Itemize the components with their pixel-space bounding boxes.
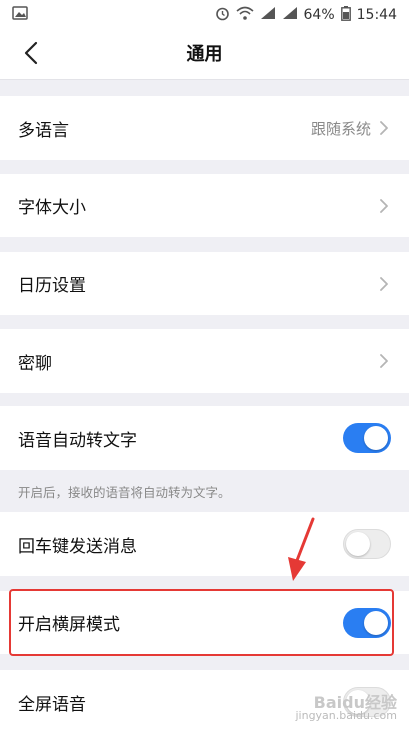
battery-percent: 64% (303, 7, 335, 23)
chevron-right-icon (379, 198, 391, 214)
setting-row-language[interactable]: 多语言 跟随系统 (0, 96, 409, 160)
voice-to-text-toggle[interactable] (343, 423, 391, 453)
annotation-arrow (288, 517, 315, 581)
watermark-url: jingyan.baidu.com (295, 709, 397, 722)
page-title: 通用 (186, 44, 223, 65)
nav-bar: 通用 (0, 30, 409, 80)
setting-row-landscape: 开启横屏模式 (0, 591, 409, 654)
signal-icon (260, 6, 276, 24)
image-icon (12, 6, 28, 24)
wifi-icon (235, 6, 254, 24)
signal-icon (282, 6, 298, 24)
chevron-left-icon (24, 41, 38, 69)
row-label: 语音自动转文字 (18, 430, 137, 451)
row-label: 开启横屏模式 (18, 615, 120, 635)
chevron-right-icon (379, 120, 391, 136)
toggle-knob (364, 610, 388, 635)
back-button[interactable] (16, 40, 46, 70)
chevron-right-icon (379, 353, 391, 369)
row-label: 日历设置 (18, 276, 86, 296)
alarm-icon (215, 6, 230, 25)
status-time: 15:44 (356, 7, 397, 23)
watermark-brand: Baidu经验 (313, 693, 397, 712)
watermark: Baidu经验 jingyan.baidu.com (295, 693, 397, 723)
landscape-toggle[interactable] (343, 607, 391, 638)
setting-row-secret-chat[interactable]: 密聊 (0, 329, 409, 393)
row-label: 多语言 (18, 120, 69, 141)
status-bar: 64% 15:44 (0, 0, 409, 30)
enter-send-toggle[interactable] (343, 529, 391, 559)
row-label: 字体大小 (18, 198, 86, 218)
setting-row-enter-send: 回车键发送消息 (0, 512, 409, 576)
voice-to-text-hint: 开启后，接收的语音将自动转为文字。 (18, 484, 231, 500)
row-label: 密聊 (18, 353, 52, 374)
chevron-right-icon (379, 276, 391, 292)
setting-row-calendar[interactable]: 日历设置 (0, 252, 409, 315)
setting-row-font-size[interactable]: 字体大小 (0, 174, 409, 237)
battery-icon (340, 5, 351, 25)
setting-row-voice-to-text: 语音自动转文字 (0, 406, 409, 470)
row-value: 跟随系统 (310, 119, 371, 138)
toggle-knob (364, 426, 388, 450)
toggle-knob (346, 532, 370, 556)
